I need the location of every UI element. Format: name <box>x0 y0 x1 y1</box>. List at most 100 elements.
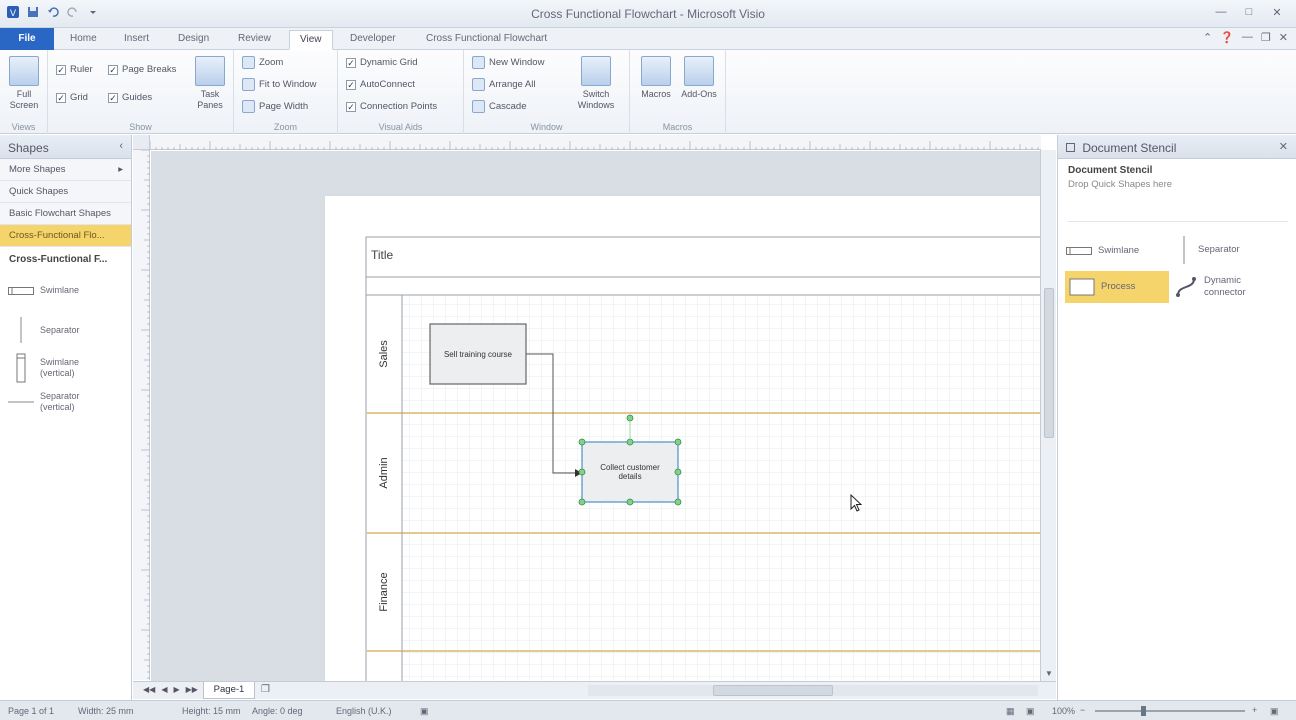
insert-page-icon[interactable]: ❐ <box>261 684 270 695</box>
horizontal-scrollbar[interactable] <box>588 685 1038 696</box>
stencil-heading: Cross-Functional F... <box>9 254 108 265</box>
status-language[interactable]: English (U.K.) <box>336 706 392 716</box>
vertical-scrollbar[interactable]: ▼ <box>1040 150 1056 681</box>
tab-cross-functional-flowchart[interactable]: Cross Functional Flowchart <box>416 30 557 50</box>
horizontal-scroll-thumb[interactable] <box>713 685 833 696</box>
zoom-button[interactable]: Zoom <box>242 56 283 69</box>
tab-review[interactable]: Review <box>228 30 281 50</box>
doc-restore-icon[interactable]: ❐ <box>1261 31 1271 44</box>
connection-points-checkbox[interactable]: ✓ Connection Points <box>346 101 437 112</box>
fit-page-icon[interactable]: ▣ <box>1270 706 1279 717</box>
dynamic-connector-master-icon <box>1176 277 1196 297</box>
zoom-slider-thumb[interactable] <box>1141 706 1146 716</box>
master-separator[interactable]: Separator <box>1176 235 1286 265</box>
full-screen-button[interactable]: Full Screen <box>6 56 42 111</box>
doc-minimize-icon[interactable]: — <box>1242 31 1253 44</box>
process-1-label: Sell training course <box>443 349 513 359</box>
title-bar: V Cross Functional Flowchart - Microsoft… <box>0 0 1296 28</box>
first-page-icon[interactable]: ◀◀ <box>143 685 155 694</box>
ribbon-tabs: File Home Insert Design Review View Deve… <box>0 28 1296 50</box>
close-pane-icon[interactable]: ✕ <box>1279 140 1288 153</box>
vertical-scroll-thumb[interactable] <box>1044 288 1054 438</box>
master-dynamic-connector[interactable]: Dynamic connector <box>1174 271 1289 303</box>
next-page-icon[interactable]: ▶ <box>173 685 179 694</box>
macro-record-icon[interactable]: ▣ <box>420 706 429 717</box>
shape-separator[interactable]: Separator <box>8 317 80 343</box>
page-tab-1[interactable]: Page-1 <box>203 682 255 699</box>
ruler-checkbox[interactable]: ✓ Ruler <box>56 64 93 75</box>
master-swimlane[interactable]: Swimlane <box>1066 241 1170 261</box>
prev-page-icon[interactable]: ◀ <box>161 685 167 694</box>
basic-flowchart-shapes-item[interactable]: Basic Flowchart Shapes <box>0 203 131 225</box>
minimize-ribbon-icon[interactable]: ⌃ <box>1203 31 1212 44</box>
quick-shapes-hint: Drop Quick Shapes here <box>1068 179 1173 190</box>
shape-swimlane[interactable]: Swimlane <box>8 285 79 296</box>
macros-button[interactable]: Macros <box>636 56 676 100</box>
document-stencil-header: Document Stencil ✕ <box>1058 135 1296 159</box>
status-page[interactable]: Page 1 of 1 <box>8 706 54 716</box>
cross-functional-stencil-item[interactable]: Cross-Functional Flo... <box>0 225 131 247</box>
guides-checkbox[interactable]: ✓ Guides <box>108 92 152 103</box>
quick-shapes-item[interactable]: Quick Shapes <box>0 181 131 203</box>
tab-design[interactable]: Design <box>168 30 219 50</box>
cascade-icon <box>472 100 485 113</box>
arrange-all-button[interactable]: Arrange All <box>472 78 535 91</box>
tab-insert[interactable]: Insert <box>114 30 159 50</box>
dynamic-grid-checkbox[interactable]: ✓ Dynamic Grid <box>346 57 418 68</box>
shape-separator-vertical[interactable]: Separator (vertical) <box>8 391 98 413</box>
process-2-label: Collect customer details <box>600 463 660 481</box>
lane-label-finance[interactable]: Finance <box>378 572 390 611</box>
maximize-icon[interactable]: □ <box>1236 3 1262 21</box>
new-window-button[interactable]: New Window <box>472 56 544 69</box>
tab-view[interactable]: View <box>289 30 333 50</box>
full-screen-icon <box>9 56 39 86</box>
swimlane-frame[interactable] <box>365 236 1040 681</box>
switch-windows-button[interactable]: Switch Windows <box>568 56 624 111</box>
close-icon[interactable]: ✕ <box>1264 3 1290 21</box>
grid-checkbox[interactable]: ✓ Grid <box>56 92 88 103</box>
tab-home[interactable]: Home <box>60 30 107 50</box>
tab-developer[interactable]: Developer <box>340 30 406 50</box>
cascade-button[interactable]: Cascade <box>472 100 527 113</box>
task-panes-button[interactable]: Task Panes <box>190 56 230 111</box>
doc-close-icon[interactable]: ✕ <box>1279 31 1288 44</box>
help-icon[interactable]: ❓ <box>1220 31 1234 44</box>
tab-file[interactable]: File <box>0 28 54 50</box>
full-screen-mode-icon[interactable]: ▣ <box>1026 706 1035 717</box>
drawing-page[interactable]: Title Sales Admin Finance Sell training … <box>325 196 1040 681</box>
lane-label-sales[interactable]: Sales <box>378 340 390 368</box>
lane-label-admin[interactable]: Admin <box>378 457 390 488</box>
page-width-button[interactable]: Page Width <box>242 100 308 113</box>
swimlane-shape-icon <box>8 286 34 295</box>
new-window-icon <box>472 56 485 69</box>
zoom-in-icon[interactable]: + <box>1252 705 1257 715</box>
presentation-mode-icon[interactable]: ▦ <box>1006 706 1015 717</box>
zoom-level[interactable]: 100% <box>1052 706 1075 716</box>
minimize-icon[interactable]: — <box>1208 3 1234 21</box>
horizontal-ruler[interactable] <box>149 135 1041 150</box>
add-ons-button[interactable]: Add-Ons <box>678 56 720 100</box>
last-page-icon[interactable]: ▶▶ <box>186 685 198 694</box>
scroll-down-icon[interactable]: ▼ <box>1045 669 1053 678</box>
vertical-ruler[interactable] <box>133 149 150 680</box>
more-shapes-item[interactable]: More Shapes ▸ <box>0 159 131 181</box>
page-width-icon <box>242 100 255 113</box>
zoom-out-icon[interactable]: − <box>1080 705 1085 715</box>
submenu-arrow-icon: ▸ <box>118 164 123 175</box>
ribbon-right-controls: ⌃ ❓ — ❐ ✕ <box>1203 31 1288 44</box>
fit-to-window-button[interactable]: Fit to Window <box>242 78 317 91</box>
drawing-canvas[interactable]: Title Sales Admin Finance Sell training … <box>151 151 1040 681</box>
document-stencil-pane: Document Stencil ✕ Document Stencil Drop… <box>1057 135 1296 700</box>
diagram-title[interactable]: Title <box>371 248 393 262</box>
zoom-slider-track[interactable] <box>1095 706 1245 716</box>
window-controls: — □ ✕ <box>1208 3 1290 21</box>
status-angle: Angle: 0 deg <box>252 706 303 716</box>
master-process[interactable]: Process <box>1065 271 1169 303</box>
title-band[interactable] <box>365 236 1040 278</box>
shape-swimlane-vertical[interactable]: Swimlane (vertical) <box>8 353 98 383</box>
collapse-pane-icon[interactable]: ‹ <box>119 140 123 152</box>
horizontal-ruler-ticks <box>149 141 1039 150</box>
page-breaks-checkbox[interactable]: ✓ Page Breaks <box>108 64 176 75</box>
shapes-pane: Shapes ‹ More Shapes ▸ Quick Shapes Basic… <box>0 135 132 700</box>
autoconnect-checkbox[interactable]: ✓ AutoConnect <box>346 79 415 90</box>
